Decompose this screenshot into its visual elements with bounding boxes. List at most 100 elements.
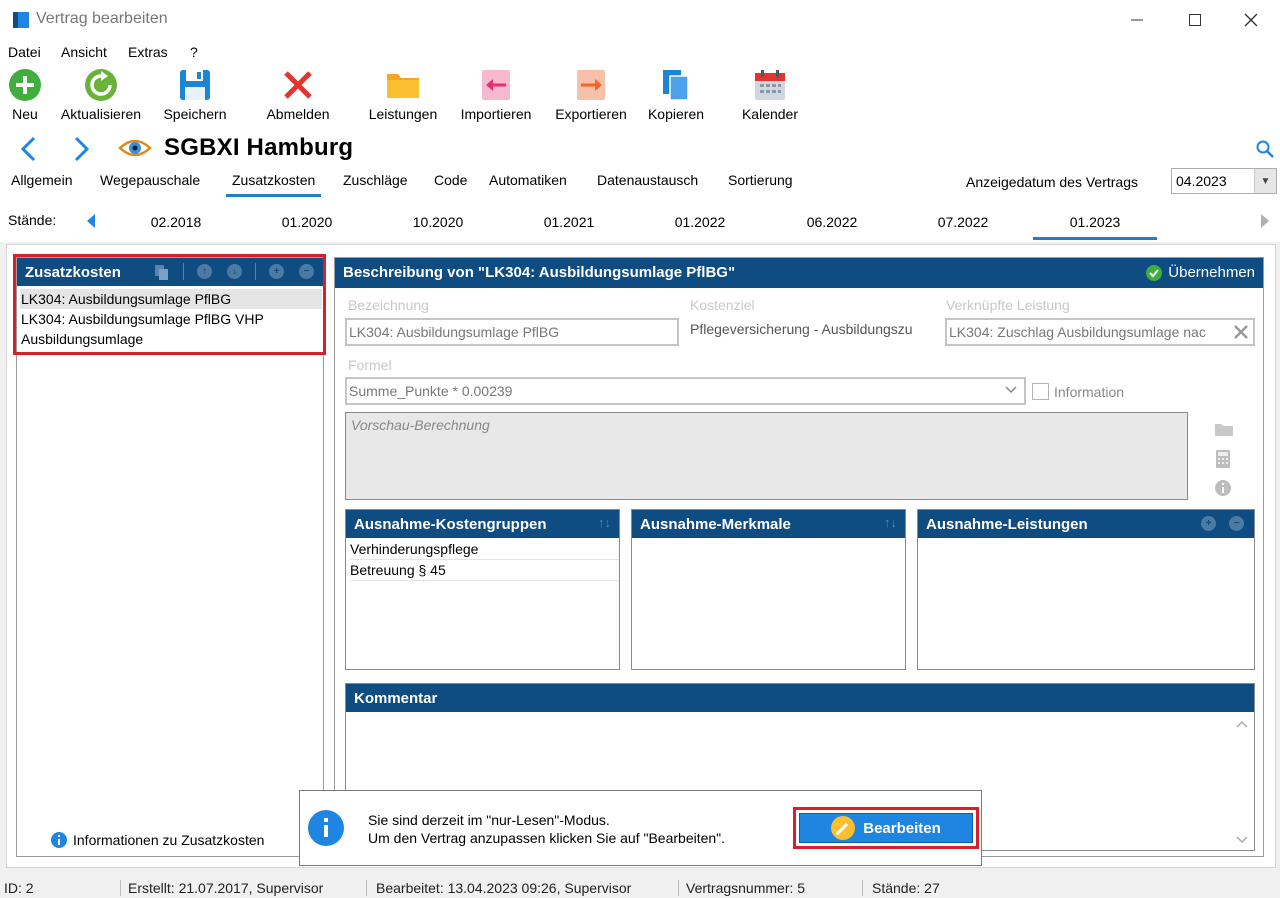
speichern-button[interactable]: Speichern bbox=[158, 68, 232, 122]
plus-circle-icon bbox=[9, 69, 41, 101]
stand-item[interactable]: 02.2018 bbox=[114, 214, 238, 230]
chevron-down-icon[interactable] bbox=[1005, 386, 1017, 394]
uebernehmen-button[interactable]: Übernehmen bbox=[1146, 264, 1255, 281]
staende-label: Stände: bbox=[8, 212, 57, 228]
sort-icon[interactable]: ↑↓ bbox=[884, 515, 897, 530]
app-icon bbox=[13, 12, 29, 28]
neu-label: Neu bbox=[12, 106, 38, 122]
table-row[interactable]: Verhinderungspflege bbox=[350, 539, 619, 560]
ausnahme-merkmale-header: Ausnahme-Merkmale ↑↓ bbox=[632, 510, 905, 538]
add-icon[interactable]: + bbox=[1201, 516, 1216, 531]
back-arrow-icon[interactable] bbox=[18, 136, 40, 162]
scroll-down-icon[interactable] bbox=[1236, 836, 1248, 844]
anzeigedatum-label: Anzeigedatum des Vertrags bbox=[966, 174, 1138, 190]
bezeichnung-input[interactable]: LK304: Ausbildungsumlage PflBG bbox=[345, 318, 679, 346]
anzeigedatum-value: 04.2023 bbox=[1176, 173, 1227, 189]
copy-icon bbox=[663, 70, 689, 101]
ausnahme-kostengruppen-header: Ausnahme-Kostengruppen ↑↓ bbox=[346, 510, 619, 538]
status-id: ID: 2 bbox=[4, 880, 34, 896]
info-icon bbox=[308, 810, 344, 846]
stand-item[interactable]: 07.2022 bbox=[901, 214, 1025, 230]
minimize-button[interactable] bbox=[1108, 0, 1166, 40]
read-only-notice: Sie sind derzeit im "nur-Lesen"-Modus. U… bbox=[299, 790, 982, 866]
vorschau-berechnung-area[interactable]: Vorschau-Berechnung bbox=[345, 412, 1188, 500]
menu-datei[interactable]: Datei bbox=[8, 44, 41, 60]
stand-item[interactable]: 01.2020 bbox=[245, 214, 369, 230]
tab-code[interactable]: Code bbox=[434, 172, 467, 188]
aktualisieren-button[interactable]: Aktualisieren bbox=[55, 68, 147, 122]
information-checkbox[interactable] bbox=[1032, 383, 1049, 400]
tab-zuschlaege[interactable]: Zuschläge bbox=[343, 172, 408, 188]
calculator-icon[interactable] bbox=[1216, 450, 1230, 468]
aktualisieren-label: Aktualisieren bbox=[60, 106, 142, 122]
bearbeiten-label: Bearbeiten bbox=[863, 819, 941, 837]
folder-icon bbox=[387, 74, 419, 98]
leistungen-button[interactable]: Leistungen bbox=[364, 68, 442, 122]
kalender-label: Kalender bbox=[741, 106, 799, 122]
remove-icon[interactable]: − bbox=[1229, 516, 1244, 531]
zusatzkosten-info-link[interactable]: Informationen zu Zusatzkosten bbox=[51, 832, 264, 848]
stand-item[interactable]: 10.2020 bbox=[376, 214, 500, 230]
staende-next-icon[interactable] bbox=[1260, 214, 1270, 228]
close-window-button[interactable] bbox=[1222, 0, 1280, 40]
ausnahme-leistungen-header: Ausnahme-Leistungen + − bbox=[918, 510, 1254, 538]
abmelden-label: Abmelden bbox=[266, 106, 330, 122]
abmelden-button[interactable]: Abmelden bbox=[258, 68, 338, 122]
speichern-label: Speichern bbox=[163, 106, 227, 122]
folder-icon[interactable] bbox=[1215, 422, 1233, 436]
uebernehmen-label: Übernehmen bbox=[1168, 264, 1255, 281]
bearbeiten-button[interactable]: Bearbeiten bbox=[799, 813, 973, 843]
calendar-icon bbox=[755, 70, 785, 100]
tab-automatiken[interactable]: Automatiken bbox=[489, 172, 567, 188]
ausnahme-merkmale-panel: Ausnahme-Merkmale ↑↓ bbox=[631, 509, 906, 670]
info-icon[interactable] bbox=[1215, 480, 1231, 496]
scroll-up-icon[interactable] bbox=[1236, 720, 1248, 728]
sort-icon[interactable]: ↑↓ bbox=[598, 515, 611, 530]
tab-zusatzkosten[interactable]: Zusatzkosten bbox=[225, 172, 322, 197]
verknuepfte-leistung-input[interactable]: LK304: Zuschlag Ausbildungsumlage nac bbox=[945, 318, 1255, 346]
menu-bar: Datei Ansicht Extras ? bbox=[0, 40, 1280, 64]
stand-item-active[interactable]: 01.2023 bbox=[1033, 214, 1157, 240]
menu-help[interactable]: ? bbox=[190, 44, 198, 60]
window-title: Vertrag bearbeiten bbox=[36, 10, 168, 27]
cross-icon bbox=[284, 71, 312, 99]
maximize-button[interactable] bbox=[1166, 0, 1224, 40]
staende-row: Stände: 02.2018 01.2020 10.2020 01.2021 … bbox=[0, 202, 1280, 242]
tab-datenaustausch[interactable]: Datenaustausch bbox=[597, 172, 698, 188]
search-icon[interactable] bbox=[1256, 140, 1274, 158]
kalender-button[interactable]: Kalender bbox=[738, 68, 802, 122]
importieren-button[interactable]: Importieren bbox=[454, 68, 538, 122]
tab-sortierung[interactable]: Sortierung bbox=[728, 172, 793, 188]
tab-wegepauschale[interactable]: Wegepauschale bbox=[100, 172, 200, 188]
kopieren-button[interactable]: Kopieren bbox=[644, 68, 708, 122]
stand-item[interactable]: 06.2022 bbox=[770, 214, 894, 230]
formel-label: Formel bbox=[348, 357, 392, 373]
table-row[interactable]: Betreuung § 45 bbox=[350, 560, 619, 581]
title-bar: Vertrag bearbeiten bbox=[0, 0, 1280, 40]
status-erstellt: Erstellt: 21.07.2017, Supervisor bbox=[128, 880, 324, 896]
staende-prev-icon[interactable] bbox=[86, 214, 96, 228]
chevron-down-icon[interactable]: ▼ bbox=[1254, 169, 1276, 193]
importieren-label: Importieren bbox=[460, 106, 532, 122]
status-bearbeitet: Bearbeitet: 13.04.2023 09:26, Supervisor bbox=[376, 880, 632, 896]
tab-allgemein[interactable]: Allgemein bbox=[11, 172, 72, 188]
exportieren-label: Exportieren bbox=[555, 106, 627, 122]
kostenziel-label: Kostenziel bbox=[690, 297, 755, 313]
forward-arrow-icon[interactable] bbox=[70, 136, 92, 162]
separator bbox=[120, 880, 121, 896]
menu-extras[interactable]: Extras bbox=[128, 44, 168, 60]
neu-button[interactable]: Neu bbox=[8, 68, 42, 122]
menu-ansicht[interactable]: Ansicht bbox=[61, 44, 107, 60]
anzeigedatum-select[interactable]: 04.2023 ▼ bbox=[1171, 168, 1277, 194]
status-vertragsnummer: Vertragsnummer: 5 bbox=[686, 880, 806, 896]
formel-select[interactable]: Summe_Punkte * 0.00239 bbox=[345, 377, 1026, 405]
stand-item[interactable]: 01.2022 bbox=[638, 214, 762, 230]
minimize-icon bbox=[1131, 19, 1143, 21]
status-staende: Stände: 27 bbox=[872, 880, 940, 896]
exportieren-button[interactable]: Exportieren bbox=[550, 68, 632, 122]
highlight-frame bbox=[13, 254, 326, 355]
status-bar: ID: 2 Erstellt: 21.07.2017, Supervisor B… bbox=[0, 876, 1280, 898]
stand-item[interactable]: 01.2021 bbox=[507, 214, 631, 230]
ausnahme-leistungen-title: Ausnahme-Leistungen bbox=[926, 516, 1088, 533]
clear-icon[interactable] bbox=[1234, 325, 1248, 339]
